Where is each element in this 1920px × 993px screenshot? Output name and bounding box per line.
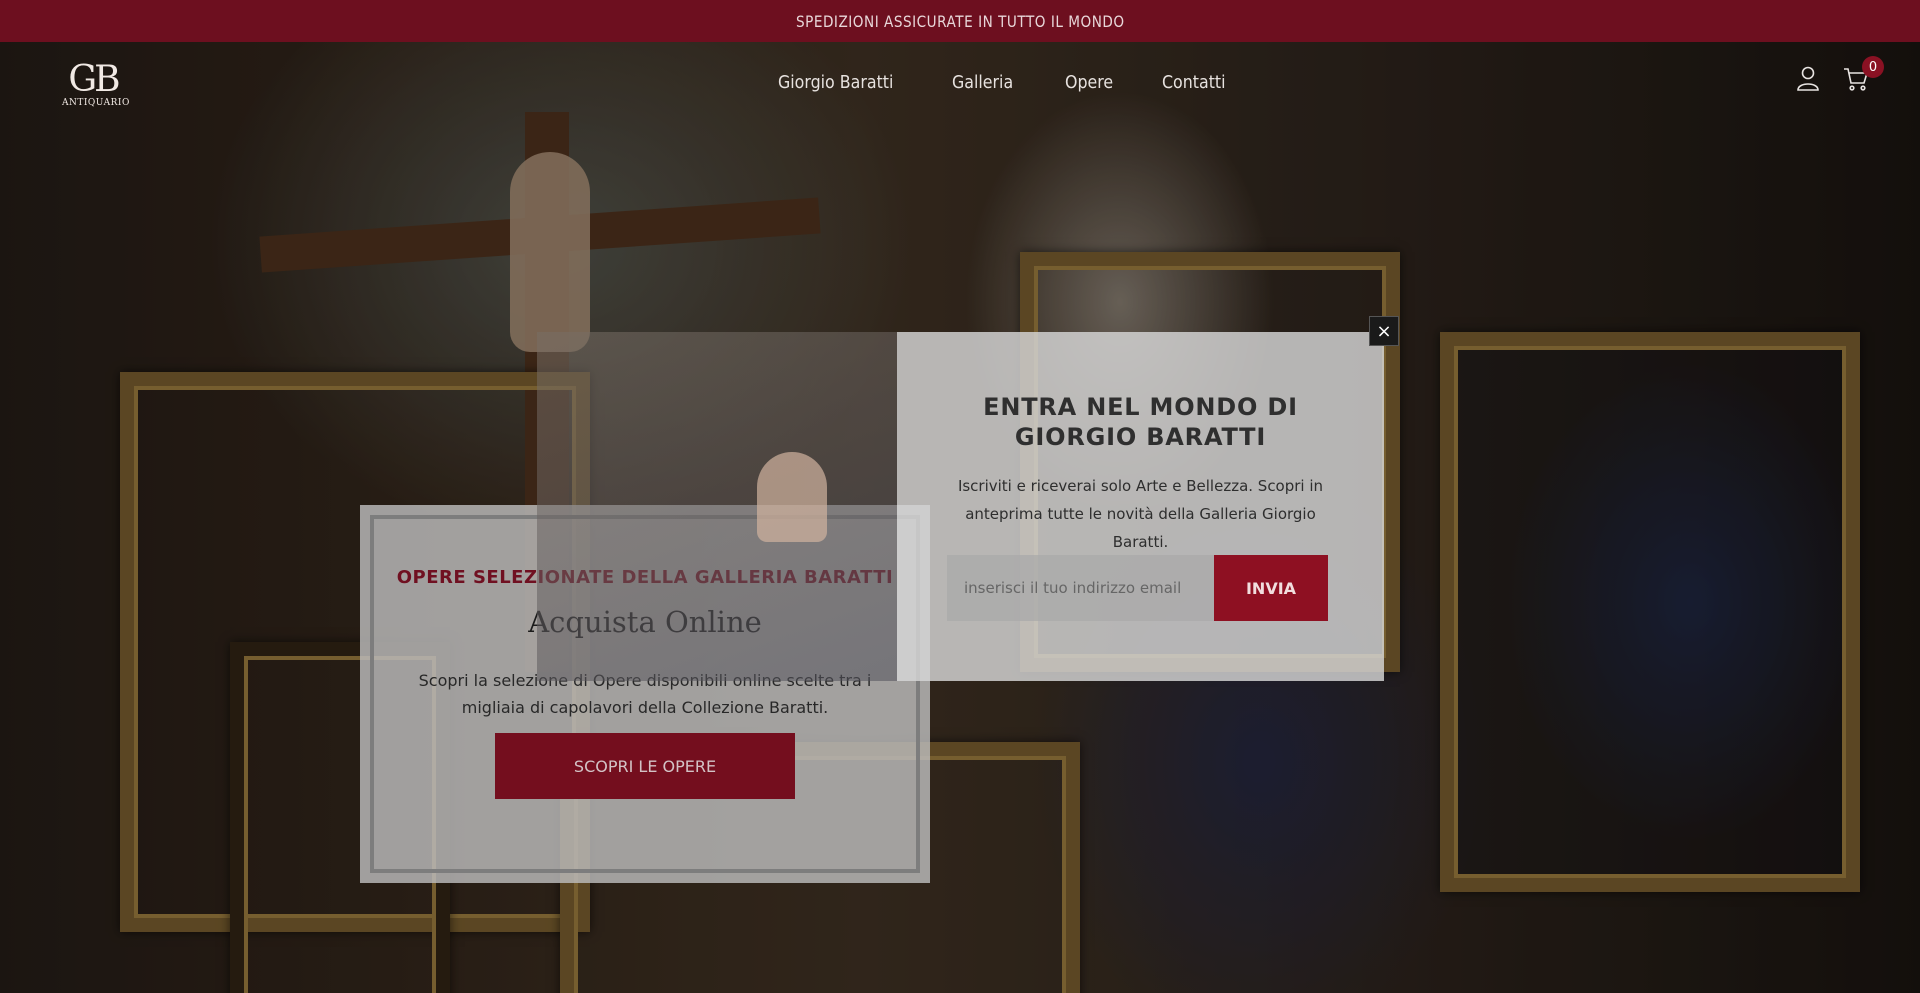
nav-contatti[interactable]: Contatti <box>1162 72 1226 93</box>
main-nav: Giorgio Baratti Galleria Opere Contatti <box>778 72 1278 93</box>
user-icon[interactable] <box>1794 64 1822 92</box>
nav-galleria[interactable]: Galleria <box>952 72 1013 93</box>
popup-portrait <box>757 452 827 542</box>
popup-panel: × ENTRA NEL MONDO DI GIORGIO BARATTI Isc… <box>897 316 1399 681</box>
cart-icon[interactable]: 0 <box>1842 56 1884 92</box>
logo-subtitle: ANTIQUARIO <box>62 98 130 108</box>
popup-text: Iscriviti e riceverai solo Arte e Bellez… <box>957 477 1324 551</box>
announcement-text: SPEDIZIONI ASSICURATE IN TUTTO IL MONDO <box>795 11 1125 31</box>
popup-heading: ENTRA NEL MONDO DI GIORGIO BARATTI <box>983 393 1298 451</box>
site-header: GB ANTIQUARIO Giorgio Baratti Galleria O… <box>0 42 1920 122</box>
newsletter-popup: × ENTRA NEL MONDO DI GIORGIO BARATTI Isc… <box>537 316 1399 681</box>
cart-count-badge: 0 <box>1862 56 1884 78</box>
close-icon[interactable]: × <box>1369 316 1399 346</box>
site-logo[interactable]: GB ANTIQUARIO <box>62 59 130 118</box>
nav-giorgio-baratti[interactable]: Giorgio Baratti <box>778 72 893 93</box>
header-actions: 0 <box>1794 56 1884 92</box>
popup-image <box>537 332 897 681</box>
nav-opere[interactable]: Opere <box>1065 72 1113 93</box>
announcement-bar: SPEDIZIONI ASSICURATE IN TUTTO IL MONDO <box>0 0 1920 42</box>
invia-button[interactable]: INVIA <box>1214 555 1328 621</box>
logo-monogram: GB <box>68 59 120 100</box>
